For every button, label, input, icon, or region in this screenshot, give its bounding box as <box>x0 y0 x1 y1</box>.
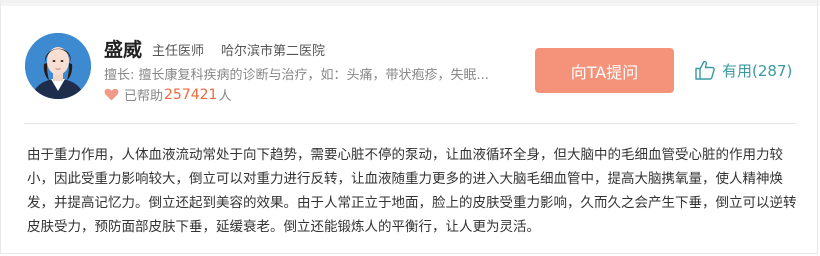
useful-label: 有用(287) <box>722 61 793 80</box>
helped-prefix: 已帮助 <box>124 89 164 104</box>
thumbs-up-icon <box>694 59 716 81</box>
doctor-hospital[interactable]: 哈尔滨市第二医院 <box>221 40 325 59</box>
answer-text: 由于重力作用，人体血液流动常处于向下趋势，需要心脏不停的泵动，让血液循环全身，但… <box>27 143 797 239</box>
answer-paragraph: 由于重力作用，人体血液流动常处于向下趋势，需要心脏不停的泵动，让血液循环全身，但… <box>27 147 797 235</box>
heart-icon <box>104 88 119 101</box>
helped-suffix: 人 <box>218 89 232 104</box>
useful-button[interactable]: 有用(287) <box>694 59 792 81</box>
doctor-title: 主任医师 <box>152 44 205 59</box>
avatar[interactable] <box>25 33 91 99</box>
ask-doctor-button[interactable]: 向TA提问 <box>535 48 674 93</box>
helped-count-row: 已帮助 257421 人 <box>104 85 231 104</box>
divider <box>24 123 796 124</box>
avatar-portrait <box>25 33 91 99</box>
doctor-specialty: 擅长: 擅长康复科疾病的诊断与治疗，如：头痛，带状疱疹，失眠... <box>104 68 489 83</box>
helped-count: 257421 <box>164 86 218 103</box>
doctor-name[interactable]: 盛威 <box>104 35 142 62</box>
